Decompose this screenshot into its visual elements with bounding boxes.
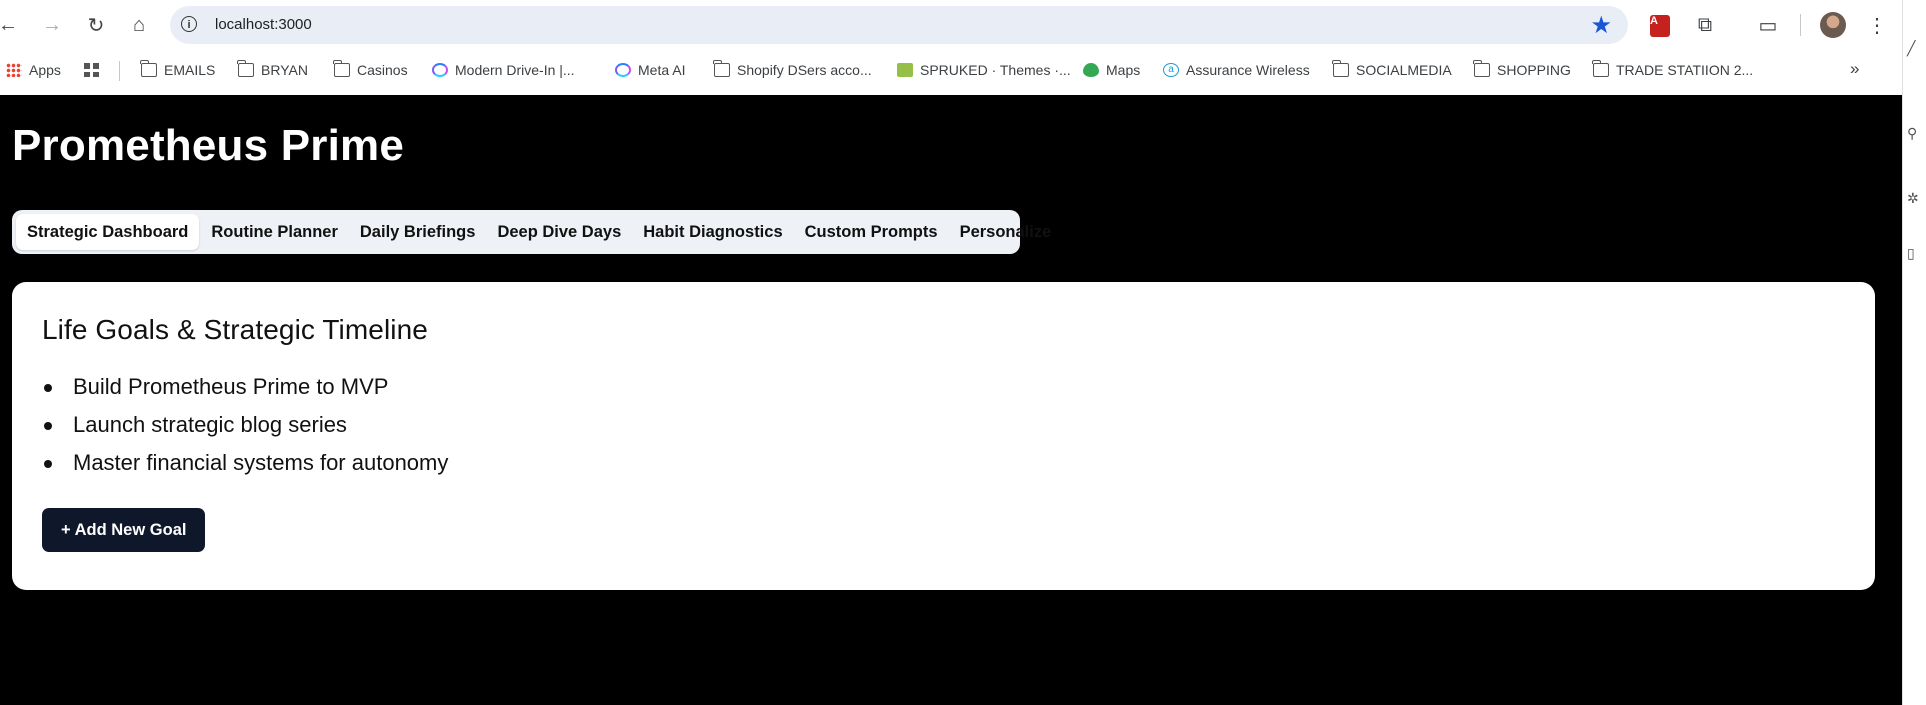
bookmark-socialmedia[interactable]: SOCIALMEDIA bbox=[1332, 60, 1452, 80]
tab-strategic-dashboard[interactable]: Strategic Dashboard bbox=[16, 214, 200, 250]
back-icon[interactable]: ← bbox=[0, 12, 20, 38]
browser-chrome: ← → ↻ ⌂ i localhost:3000 ★ A ⧉ ▭ ⋮ Apps … bbox=[0, 0, 1902, 95]
pdf-extension-icon[interactable]: A bbox=[1647, 12, 1673, 38]
tab-bar: Strategic Dashboard Routine Planner Dail… bbox=[12, 210, 1051, 254]
tab-daily-briefings[interactable]: Daily Briefings bbox=[350, 214, 486, 250]
bookmark-tab-groups[interactable] bbox=[84, 60, 100, 80]
menu-kebab-icon[interactable]: ⋮ bbox=[1864, 12, 1890, 38]
bookmark-meta-ai[interactable]: Meta AI bbox=[615, 60, 685, 80]
bookmark-trade-station[interactable]: TRADE STATIION 2... bbox=[1592, 60, 1753, 80]
extensions-puzzle-icon[interactable]: ⧉ bbox=[1692, 12, 1718, 38]
folder-icon bbox=[1473, 60, 1490, 77]
tab-habit-diagnostics[interactable]: Habit Diagnostics bbox=[633, 214, 792, 250]
shopify-icon bbox=[897, 63, 913, 77]
side-panel-icon[interactable]: ⚲ bbox=[1907, 125, 1923, 141]
bookmark-casinos[interactable]: Casinos bbox=[333, 60, 408, 80]
tab-routine-planner[interactable]: Routine Planner bbox=[201, 214, 348, 250]
side-panel-strip: ╱ ⚲ ✲ ▯ bbox=[1902, 0, 1926, 705]
goals-card: Life Goals & Strategic Timeline Build Pr… bbox=[12, 282, 1875, 590]
folder-icon bbox=[1332, 60, 1349, 77]
meta-ai-icon bbox=[615, 63, 631, 77]
bookmark-assurance-wireless[interactable]: a Assurance Wireless bbox=[1163, 60, 1310, 80]
goal-item: Master financial systems for autonomy bbox=[42, 444, 1845, 482]
goal-item: Build Prometheus Prime to MVP bbox=[42, 368, 1845, 406]
bookmark-bryan[interactable]: BRYAN bbox=[237, 60, 308, 80]
goal-item: Launch strategic blog series bbox=[42, 406, 1845, 444]
bookmarks-overflow-icon[interactable]: » bbox=[1850, 59, 1859, 79]
bookmark-shopify-dsers[interactable]: Shopify DSers acco... bbox=[713, 60, 872, 80]
bookmark-shopping[interactable]: SHOPPING bbox=[1473, 60, 1571, 80]
browser-toolbar: ← → ↻ ⌂ i localhost:3000 ★ A ⧉ ▭ ⋮ bbox=[0, 0, 1902, 50]
profile-avatar[interactable] bbox=[1820, 12, 1846, 38]
toolbar-divider bbox=[1800, 14, 1801, 36]
bookmarks-bar: Apps EMAILS BRYAN Casinos Modern Drive-I… bbox=[0, 50, 1902, 90]
amazon-icon: a bbox=[1163, 63, 1179, 77]
bookmark-modern-drive-in[interactable]: Modern Drive-In |... bbox=[432, 60, 575, 80]
apps-grid-icon bbox=[6, 63, 22, 77]
site-info-icon[interactable]: i bbox=[181, 16, 197, 32]
goals-list: Build Prometheus Prime to MVP Launch str… bbox=[42, 368, 1845, 482]
bookmark-star-icon[interactable]: ★ bbox=[1590, 11, 1612, 40]
bookmark-maps[interactable]: Maps bbox=[1083, 60, 1140, 80]
bookmark-apps[interactable]: Apps bbox=[6, 60, 61, 80]
meta-ai-icon bbox=[432, 63, 448, 77]
forward-icon[interactable]: → bbox=[40, 12, 64, 38]
tab-search-icon[interactable]: ▭ bbox=[1755, 12, 1781, 38]
maps-pin-icon bbox=[1083, 63, 1099, 77]
tab-groups-icon bbox=[84, 63, 100, 77]
folder-icon bbox=[237, 60, 254, 77]
card-heading: Life Goals & Strategic Timeline bbox=[42, 314, 428, 345]
folder-icon bbox=[1592, 60, 1609, 77]
folder-icon bbox=[713, 60, 730, 77]
page-title: Prometheus Prime bbox=[12, 121, 405, 170]
address-bar[interactable]: i localhost:3000 ★ bbox=[170, 6, 1628, 44]
side-panel-icon[interactable]: ╱ bbox=[1907, 40, 1923, 56]
side-panel-icon[interactable]: ▯ bbox=[1907, 245, 1923, 261]
folder-icon bbox=[140, 60, 157, 77]
tab-custom-prompts[interactable]: Custom Prompts bbox=[795, 214, 948, 250]
home-icon[interactable]: ⌂ bbox=[127, 12, 151, 38]
bookmarks-divider bbox=[119, 61, 120, 81]
reload-icon[interactable]: ↻ bbox=[84, 12, 108, 38]
folder-icon bbox=[333, 60, 350, 77]
side-panel-icon[interactable]: ✲ bbox=[1907, 190, 1923, 206]
bookmark-spruked[interactable]: SPRUKED · Themes ·... bbox=[897, 60, 1071, 80]
tab-personalize[interactable]: Personalize bbox=[950, 214, 1062, 250]
url-text: localhost:3000 bbox=[215, 16, 312, 33]
tab-deep-dive-days[interactable]: Deep Dive Days bbox=[487, 214, 631, 250]
bookmark-emails[interactable]: EMAILS bbox=[140, 60, 215, 80]
add-new-goal-button[interactable]: + Add New Goal bbox=[42, 508, 206, 552]
